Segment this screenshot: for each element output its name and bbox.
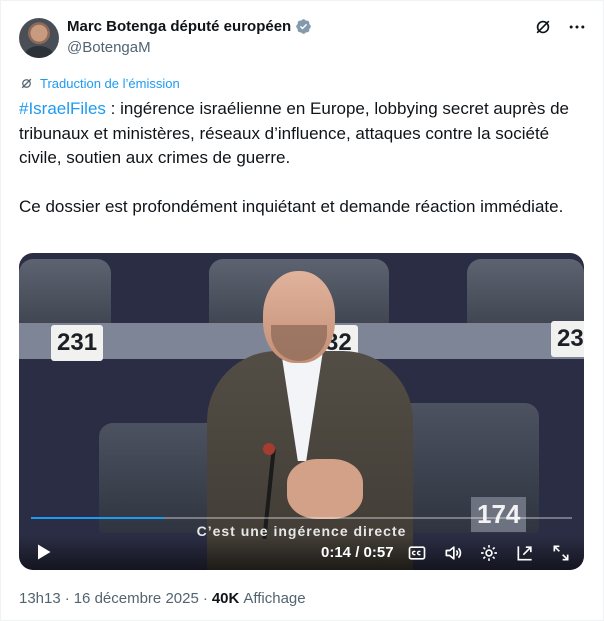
hashtag-link[interactable]: #IsraelFiles <box>19 99 106 118</box>
tweet-paragraph-1: #IsraelFiles : ingérence israélienne en … <box>19 97 591 171</box>
video-control-icons <box>406 542 572 564</box>
author-display-name[interactable]: Marc Botenga député européen <box>67 18 291 35</box>
video-controls: 0:14 / 0:57 <box>19 536 584 570</box>
video-progress-fill <box>31 517 164 519</box>
play-icon[interactable] <box>33 542 53 562</box>
verified-badge-icon[interactable] <box>295 18 312 35</box>
more-options-icon[interactable] <box>567 17 587 37</box>
avatar[interactable] <box>19 18 59 58</box>
fullscreen-icon[interactable] <box>550 542 572 564</box>
meta-separator: · <box>64 590 70 607</box>
seat-number: 23 <box>551 321 584 357</box>
top-actions <box>533 17 587 37</box>
speaker-hands <box>287 459 363 519</box>
view-count-label: Affichage <box>243 590 306 607</box>
grok-icon[interactable] <box>533 17 553 37</box>
translation-row[interactable]: Traduction de l’émission <box>19 76 180 91</box>
tweet-text: #IsraelFiles : ingérence israélienne en … <box>19 97 591 219</box>
tweet-paragraph-2: Ce dossier est profondément inquiétant e… <box>19 196 564 216</box>
video-time: 0:14 / 0:57 <box>321 544 394 561</box>
tweet-time[interactable]: 13h13 <box>19 590 61 607</box>
seat-number: 231 <box>51 325 104 361</box>
translation-link[interactable]: Traduction de l’émission <box>40 76 180 91</box>
settings-icon[interactable] <box>478 542 500 564</box>
meta-separator: · <box>202 590 208 607</box>
tweet-date[interactable]: 16 décembre 2025 <box>74 590 199 607</box>
picture-in-picture-icon[interactable] <box>514 542 536 564</box>
video-progress-bar[interactable] <box>31 517 572 519</box>
view-count: 40K <box>211 590 240 607</box>
tweet-card: Marc Botenga député européen @BotengaM T… <box>0 0 604 621</box>
volume-icon[interactable] <box>442 542 464 564</box>
author-name-row: Marc Botenga député européen <box>67 18 312 35</box>
translate-icon <box>19 76 34 91</box>
captions-icon[interactable] <box>406 542 428 564</box>
tweet-meta: 13h13 · 16 décembre 2025 · 40K Affichage <box>19 590 306 607</box>
video-player[interactable]: 231 32 23 174 C’est une ingérence direct… <box>19 253 584 570</box>
microphone-head <box>263 443 275 455</box>
author-handle[interactable]: @BotengaM <box>67 39 151 56</box>
